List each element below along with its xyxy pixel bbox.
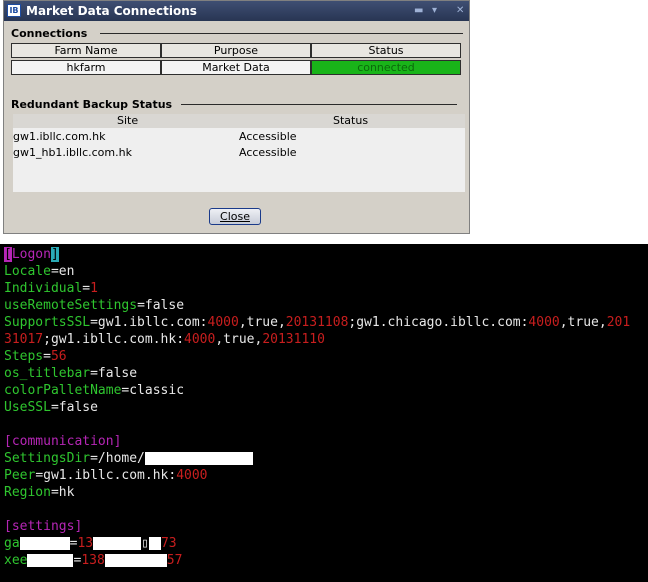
redacted-block: [19, 537, 70, 550]
redacted-block: [93, 537, 142, 550]
section-logon: Logon: [11, 247, 51, 262]
market-data-connections-window: IB Market Data Connections ▬ ▾ ✕ Connect…: [3, 0, 470, 234]
terminal-window[interactable]: [Logon] Locale=en Individual=1 useRemote…: [0, 244, 648, 582]
terminal-line-color-pallet: colorPalletName=classic: [4, 383, 185, 398]
terminal-line-usessl: UseSSL=false: [4, 400, 98, 415]
redacted-block: [148, 537, 161, 550]
terminal-line-settings-dir: SettingsDir=/home/: [4, 451, 253, 466]
column-header-status: Status: [311, 43, 461, 58]
column-header-purpose: Purpose: [161, 43, 311, 58]
column-header-site: Site: [117, 114, 139, 127]
terminal-line-peer: Peer=gw1.ibllc.com.hk:4000: [4, 468, 208, 483]
backup-status-2: Accessible: [239, 146, 297, 159]
cell-purpose: Market Data: [161, 60, 311, 75]
ib-logo-icon: IB: [7, 4, 21, 17]
terminal-line-supports-ssl: SupportsSSL=gw1.ibllc.com:4000,true,2013…: [4, 315, 631, 330]
terminal-line-steps: Steps=56: [4, 349, 67, 364]
terminal-line-logon: [Logon]: [4, 247, 59, 262]
terminal-line-xee: xee =138 57: [4, 553, 183, 568]
terminal-line-os-titlebar: os_titlebar=false: [4, 366, 138, 381]
terminal-line-region: Region=hk: [4, 485, 75, 500]
close-icon[interactable]: ✕: [456, 5, 464, 17]
redacted-block: [104, 554, 167, 567]
close-button[interactable]: Close: [209, 208, 261, 225]
window-title: Market Data Connections: [26, 4, 197, 18]
terminal-line-supports-ssl-cont: 31017;gw1.ibllc.com.hk:4000,true,2013111…: [4, 332, 325, 347]
cell-farm-name: hkfarm: [11, 60, 161, 75]
connections-divider: [100, 33, 463, 34]
backup-status-1: Accessible: [239, 130, 297, 143]
backup-table-header: Site Status: [13, 114, 465, 128]
terminal-line-ga: ga =13 ▯ 73: [4, 536, 177, 551]
column-header-farm-name: Farm Name: [11, 43, 161, 58]
backup-site-2: gw1_hb1.ibllc.com.hk: [13, 146, 132, 159]
redacted-block: [27, 554, 74, 567]
minimize-icon[interactable]: ▬: [414, 5, 423, 17]
column-header-backup-status: Status: [333, 114, 369, 127]
backup-status-header: Redundant Backup Status: [11, 98, 173, 111]
backup-divider: [181, 104, 457, 105]
backup-status-table: Site Status gw1.ibllc.com.hk Accessible …: [13, 114, 465, 192]
title-bar[interactable]: IB Market Data Connections ▬ ▾ ✕: [4, 1, 469, 21]
dropdown-icon[interactable]: ▾: [432, 5, 437, 17]
backup-site-1: gw1.ibllc.com.hk: [13, 130, 106, 143]
terminal-line-locale: Locale=en: [4, 264, 75, 279]
section-settings: [settings]: [4, 519, 83, 534]
connections-header: Connections: [11, 27, 88, 40]
terminal-line-remote-settings: useRemoteSettings=false: [4, 298, 185, 313]
redacted-block: [144, 452, 253, 465]
status-badge-connected: connected: [311, 60, 461, 75]
section-communication: [communication]: [4, 434, 122, 449]
terminal-line-individual: Individual=1: [4, 281, 98, 296]
